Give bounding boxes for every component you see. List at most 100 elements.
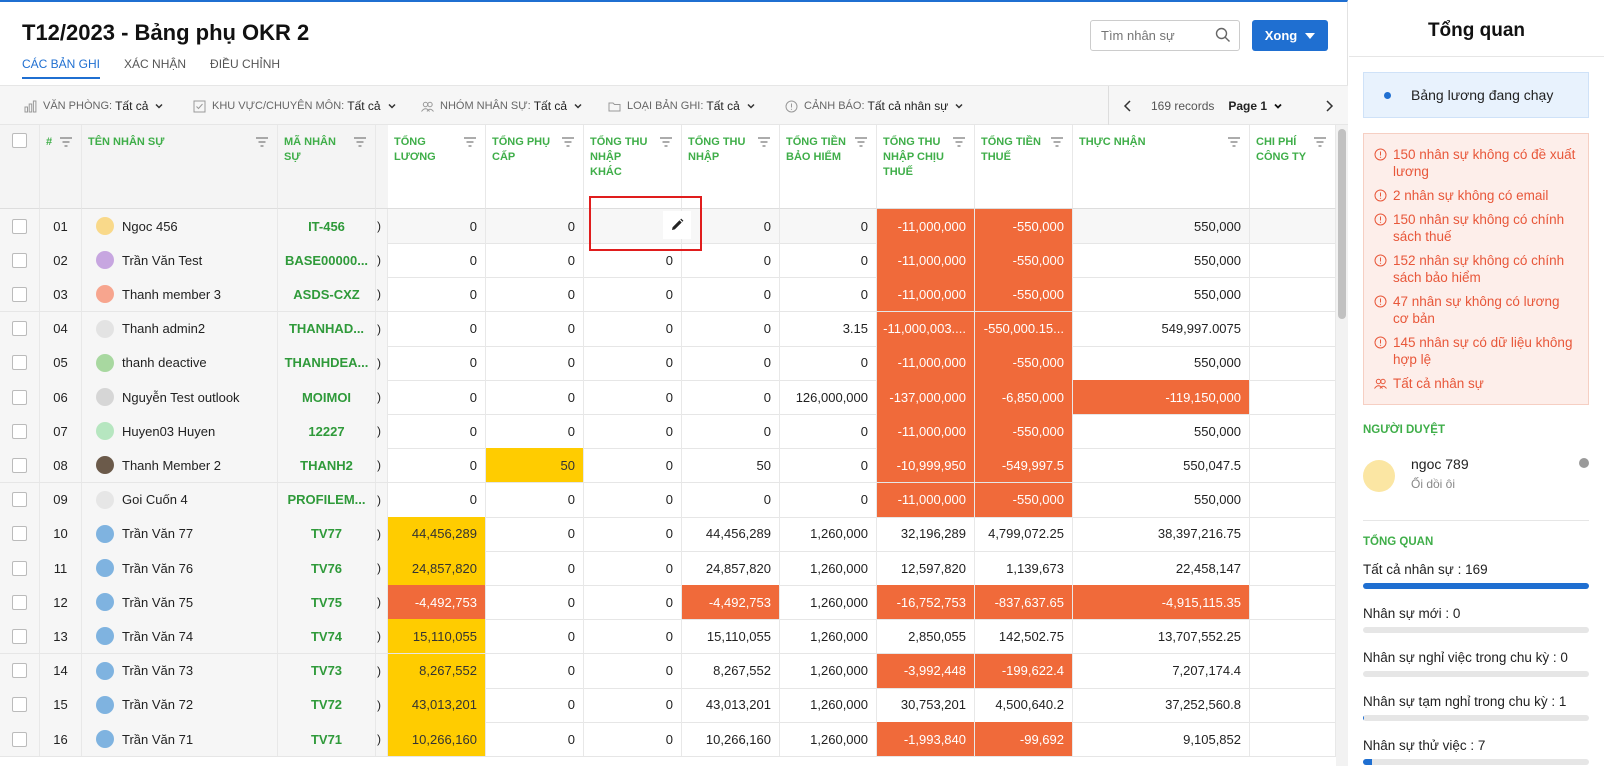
table-row[interactable]: 07 Huyen03 Huyen 12227) 0 0 0 0 0 -11,000,000 -55… — [0, 414, 1336, 450]
value-cell[interactable] — [1250, 243, 1336, 278]
value-cell[interactable]: 1,260,000 — [780, 585, 877, 620]
value-cell[interactable]: 0 — [584, 687, 682, 722]
row-checkbox[interactable] — [12, 594, 27, 610]
value-cell[interactable]: 0 — [486, 653, 584, 688]
value-cell[interactable]: 0 — [388, 209, 486, 243]
value-cell[interactable]: 0 — [584, 243, 682, 278]
scrollbar-thumb[interactable] — [1338, 129, 1346, 319]
value-cell[interactable]: 3.15 — [780, 311, 877, 346]
value-cell[interactable]: 4,500,640.2 — [975, 687, 1073, 722]
employee-code[interactable]: MOIMOI — [278, 380, 376, 414]
warning-item[interactable]: 152 nhân sự không có chính sách bảo hiểm — [1374, 252, 1578, 286]
value-cell[interactable]: 0 — [486, 345, 584, 380]
value-cell[interactable]: -119,150,000 — [1073, 380, 1250, 414]
value-cell[interactable]: 38,397,216.75 — [1073, 516, 1250, 551]
value-cell[interactable]: 126,000,000 — [780, 380, 877, 414]
warning-item[interactable]: 47 nhân sự không có lương cơ bản — [1374, 293, 1578, 327]
value-cell[interactable]: 0 — [486, 311, 584, 346]
table-row[interactable]: 12 Trần Văn 75 TV75) -4,492,753 0 0 -4,492,753… — [0, 585, 1336, 621]
vertical-scrollbar[interactable] — [1336, 125, 1348, 766]
value-cell[interactable]: -550,000 — [975, 482, 1073, 517]
value-cell[interactable] — [1250, 653, 1336, 688]
value-cell[interactable]: -11,000,000 — [877, 482, 975, 517]
column-header[interactable]: CHI PHÍ CÔNG TY — [1250, 125, 1336, 209]
value-cell[interactable]: 0 — [584, 653, 682, 688]
value-cell[interactable] — [1250, 345, 1336, 380]
value-cell[interactable]: -199,622.4 — [975, 653, 1073, 688]
tab-adjust[interactable]: ĐIỀU CHỈNH — [210, 57, 280, 79]
value-cell[interactable]: -550,000.15... — [975, 311, 1073, 346]
value-cell[interactable] — [1250, 722, 1336, 756]
value-cell[interactable]: 0 — [486, 722, 584, 756]
value-cell[interactable]: -837,637.65 — [975, 585, 1073, 620]
employee-name-cell[interactable]: Nguyễn Test outlook — [82, 380, 278, 414]
value-cell[interactable]: -550,000 — [975, 345, 1073, 380]
value-cell[interactable] — [1250, 619, 1336, 654]
select-all-checkbox[interactable] — [12, 133, 27, 148]
table-row[interactable]: 15 Trần Văn 72 TV72) 43,013,201 0 0 43,013,201… — [0, 687, 1336, 723]
page-select[interactable]: Page 1 — [1228, 99, 1283, 113]
value-cell[interactable]: 0 — [584, 380, 682, 414]
value-cell[interactable]: 1,260,000 — [780, 516, 877, 551]
warning-item[interactable]: 2 nhân sự không có email — [1374, 187, 1578, 204]
value-cell[interactable]: 10,266,160 — [388, 722, 486, 756]
value-cell[interactable]: 0 — [682, 482, 780, 517]
table-row[interactable]: 11 Trần Văn 76 TV76) 24,857,820 0 0 24,857,820… — [0, 551, 1336, 586]
value-cell[interactable]: -550,000 — [975, 277, 1073, 312]
value-cell[interactable]: 1,260,000 — [780, 619, 877, 654]
filter-icon[interactable] — [255, 136, 269, 148]
value-cell[interactable]: -550,000 — [975, 209, 1073, 243]
value-cell[interactable]: 550,000 — [1073, 414, 1250, 449]
value-cell[interactable]: 0 — [780, 482, 877, 517]
value-cell[interactable] — [1250, 687, 1336, 722]
value-cell[interactable] — [1250, 311, 1336, 346]
value-cell[interactable]: 0 — [584, 585, 682, 620]
value-cell[interactable]: 15,110,055 — [682, 619, 780, 654]
column-header[interactable]: # — [40, 125, 82, 209]
employee-code[interactable]: THANH2 — [278, 448, 376, 483]
value-cell[interactable]: 0 — [682, 243, 780, 278]
row-checkbox[interactable] — [12, 526, 27, 542]
value-cell[interactable] — [1250, 585, 1336, 620]
column-header[interactable]: TỔNG PHỤ CẤP — [486, 125, 584, 209]
value-cell[interactable]: 1,260,000 — [780, 722, 877, 756]
value-cell[interactable]: -4,492,753 — [682, 585, 780, 620]
column-header[interactable]: TỔNG THU NHẬP KHÁC — [584, 125, 682, 209]
employee-name-cell[interactable]: Trần Văn 76 — [82, 551, 278, 585]
column-header[interactable]: TỔNG THU NHẬP CHỊU THUẾ — [877, 125, 975, 209]
value-cell[interactable]: 0 — [584, 516, 682, 551]
filter-office[interactable]: VĂN PHÒNG: Tất cả — [24, 86, 164, 126]
row-checkbox[interactable] — [12, 423, 27, 439]
value-cell[interactable]: -99,692 — [975, 722, 1073, 756]
employee-code[interactable]: 12227 — [278, 414, 376, 449]
value-cell[interactable]: 0 — [584, 414, 682, 449]
employee-name-cell[interactable]: thanh deactive — [82, 345, 278, 380]
value-cell[interactable]: -10,999,950 — [877, 448, 975, 483]
value-cell[interactable]: -1,993,840 — [877, 722, 975, 756]
employee-name-cell[interactable]: Trần Văn 71 — [82, 722, 278, 756]
prev-page-button[interactable] — [1109, 86, 1147, 126]
row-checkbox[interactable] — [12, 663, 27, 679]
edit-cell-button[interactable] — [663, 211, 691, 239]
value-cell[interactable]: 550,000 — [1073, 277, 1250, 312]
value-cell[interactable]: 30,753,201 — [877, 687, 975, 722]
filter-icon[interactable] — [1050, 136, 1064, 148]
value-cell[interactable] — [1250, 209, 1336, 243]
value-cell[interactable]: 9,105,852 — [1073, 722, 1250, 756]
table-row[interactable]: 13 Trần Văn 74 TV74) 15,110,055 0 0 15,110,055… — [0, 619, 1336, 655]
value-cell[interactable]: 24,857,820 — [682, 551, 780, 585]
row-checkbox[interactable] — [12, 389, 27, 405]
employee-name-cell[interactable]: Trần Văn 72 — [82, 687, 278, 722]
row-checkbox[interactable] — [12, 731, 27, 747]
employee-code[interactable]: BASE00000... — [278, 243, 376, 278]
value-cell[interactable]: 0 — [388, 448, 486, 483]
column-header[interactable]: TỔNG TIỀN THUẾ — [975, 125, 1073, 209]
value-cell[interactable]: 0 — [780, 345, 877, 380]
value-cell[interactable]: 0 — [388, 311, 486, 346]
employee-name-cell[interactable]: Trần Văn 73 — [82, 653, 278, 688]
employee-code[interactable]: ASDS-CXZ — [278, 277, 376, 312]
value-cell[interactable]: 0 — [584, 722, 682, 756]
filter-icon[interactable] — [463, 136, 477, 148]
value-cell[interactable]: 44,456,289 — [682, 516, 780, 551]
value-cell[interactable] — [1250, 380, 1336, 414]
